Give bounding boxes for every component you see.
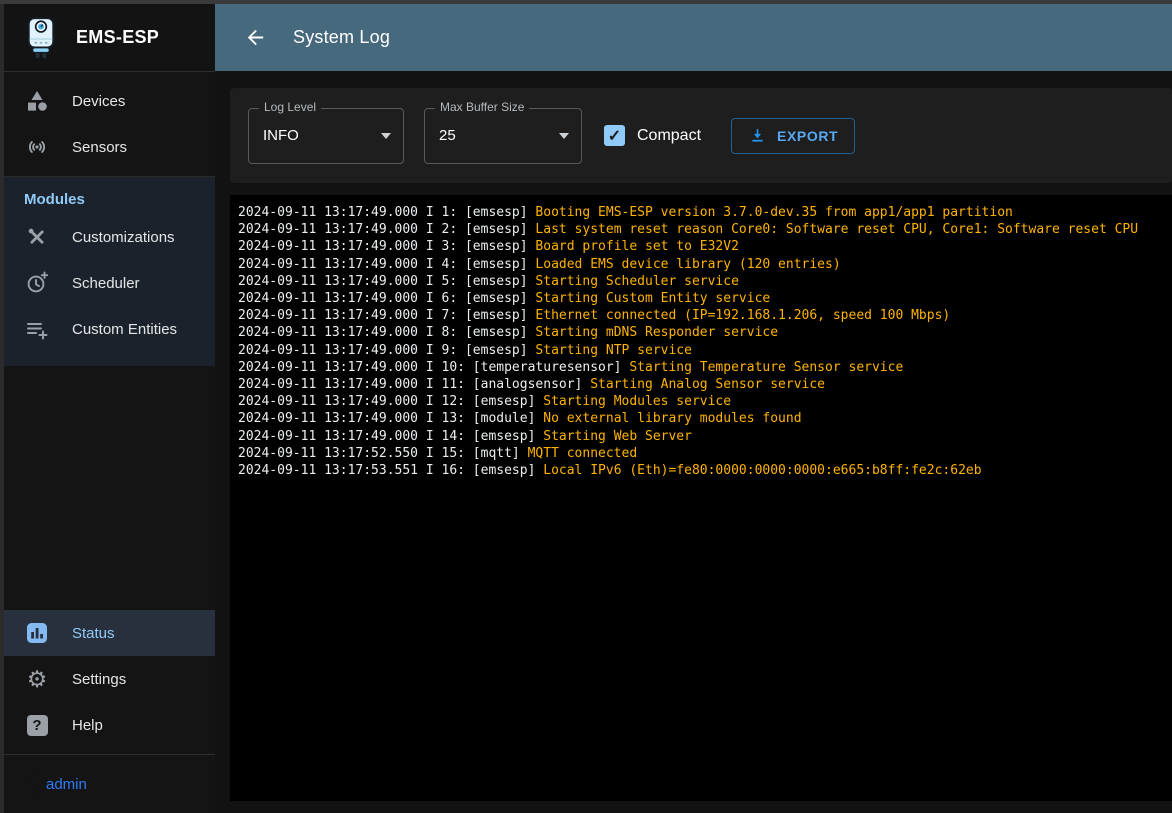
log-line: 2024-09-11 13:17:49.000 I 8: [emsesp] St… <box>238 324 1164 341</box>
sidebar-item-settings[interactable]: ⚙ Settings <box>4 656 215 702</box>
sidebar: EMS-ESP Devices Sensors <box>4 4 215 813</box>
sidebar-item-label: Devices <box>72 93 125 110</box>
sidebar-item-label: Custom Entities <box>72 321 177 338</box>
sidebar-item-scheduler[interactable]: Scheduler <box>4 260 215 306</box>
sidebar-section-bottom: Status ⚙ Settings ? Help <box>4 610 215 748</box>
sidebar-item-status[interactable]: Status <box>4 610 215 656</box>
log-line: 2024-09-11 13:17:49.000 I 2: [emsesp] La… <box>238 221 1164 238</box>
sidebar-item-sensors[interactable]: Sensors <box>4 124 215 170</box>
back-button[interactable] <box>235 18 275 58</box>
max-buffer-size-value: 25 <box>439 127 456 144</box>
chevron-down-icon <box>559 133 569 139</box>
log-line: 2024-09-11 13:17:49.000 I 1: [emsesp] Bo… <box>238 204 1164 221</box>
bar-chart-icon <box>24 620 50 646</box>
sidebar-item-label: Scheduler <box>72 275 140 292</box>
playlist-add-icon <box>24 316 50 342</box>
sidebar-section-main: Devices Sensors <box>4 72 215 177</box>
construction-icon <box>24 224 50 250</box>
sidebar-item-label: Status <box>72 625 115 642</box>
sidebar-item-custom-entities[interactable]: Custom Entities <box>4 306 215 352</box>
sidebar-item-help[interactable]: ? Help <box>4 702 215 748</box>
gear-icon: ⚙ <box>24 666 50 692</box>
sensors-icon <box>24 134 50 160</box>
download-icon <box>748 126 767 145</box>
chevron-down-icon <box>381 133 391 139</box>
compact-label: Compact <box>637 127 701 145</box>
checkbox-checked-icon[interactable]: ✓ <box>604 125 625 146</box>
sidebar-header: EMS-ESP <box>4 4 215 72</box>
log-line: 2024-09-11 13:17:49.000 I 5: [emsesp] St… <box>238 273 1164 290</box>
sidebar-item-customizations[interactable]: Customizations <box>4 214 215 260</box>
log-level-value: INFO <box>263 127 299 144</box>
window-frame-top <box>0 0 1172 4</box>
log-line: 2024-09-11 13:17:49.000 I 12: [emsesp] S… <box>238 393 1164 410</box>
schedule-plus-icon <box>24 270 50 296</box>
log-line: 2024-09-11 13:17:49.000 I 11: [analogsen… <box>238 376 1164 393</box>
export-label: EXPORT <box>777 128 838 144</box>
help-icon: ? <box>24 712 50 738</box>
window-frame-left <box>0 0 4 813</box>
max-buffer-size-select[interactable]: Max Buffer Size 25 <box>424 108 582 164</box>
export-button[interactable]: EXPORT <box>731 118 855 154</box>
sidebar-item-label: Settings <box>72 671 126 688</box>
log-line: 2024-09-11 13:17:49.000 I 9: [emsesp] St… <box>238 342 1164 359</box>
log-level-label: Log Level <box>259 100 321 114</box>
log-line: 2024-09-11 13:17:49.000 I 14: [emsesp] S… <box>238 428 1164 445</box>
system-log-output[interactable]: 2024-09-11 13:17:49.000 I 1: [emsesp] Bo… <box>230 195 1172 801</box>
appbar: System Log <box>215 4 1172 71</box>
log-line: 2024-09-11 13:17:49.000 I 3: [emsesp] Bo… <box>238 238 1164 255</box>
log-line: 2024-09-11 13:17:49.000 I 6: [emsesp] St… <box>238 290 1164 307</box>
compact-toggle[interactable]: ✓ Compact <box>604 125 701 146</box>
sidebar-spacer <box>4 366 215 610</box>
category-icon <box>24 88 50 114</box>
user-name: admin <box>46 776 87 793</box>
log-line: 2024-09-11 13:17:52.550 I 15: [mqtt] MQT… <box>238 445 1164 462</box>
sidebar-item-devices[interactable]: Devices <box>4 78 215 124</box>
log-controls-panel: Log Level INFO Max Buffer Size 25 ✓ Comp… <box>230 88 1172 183</box>
modules-section-header: Modules <box>4 177 215 214</box>
log-level-select[interactable]: Log Level INFO <box>248 108 404 164</box>
emsesp-boiler-logo-icon <box>22 15 60 61</box>
sidebar-user-section: admin <box>4 754 215 813</box>
sidebar-item-label: Customizations <box>72 229 175 246</box>
sidebar-item-label: Help <box>72 717 103 734</box>
log-line: 2024-09-11 13:17:49.000 I 13: [module] N… <box>238 410 1164 427</box>
log-line: 2024-09-11 13:17:49.000 I 10: [temperatu… <box>238 359 1164 376</box>
arrow-back-icon <box>244 26 267 49</box>
sidebar-section-modules: Modules Customizations Scheduler <box>4 177 215 366</box>
log-line: 2024-09-11 13:17:49.000 I 7: [emsesp] Et… <box>238 307 1164 324</box>
app-title: EMS-ESP <box>76 27 159 48</box>
sidebar-item-label: Sensors <box>72 139 127 156</box>
log-line: 2024-09-11 13:17:49.000 I 4: [emsesp] Lo… <box>238 256 1164 273</box>
page-title: System Log <box>293 27 390 48</box>
max-buffer-size-label: Max Buffer Size <box>435 100 529 114</box>
log-line: 2024-09-11 13:17:53.551 I 16: [emsesp] L… <box>238 462 1164 479</box>
user-menu-admin[interactable]: admin <box>4 755 215 813</box>
